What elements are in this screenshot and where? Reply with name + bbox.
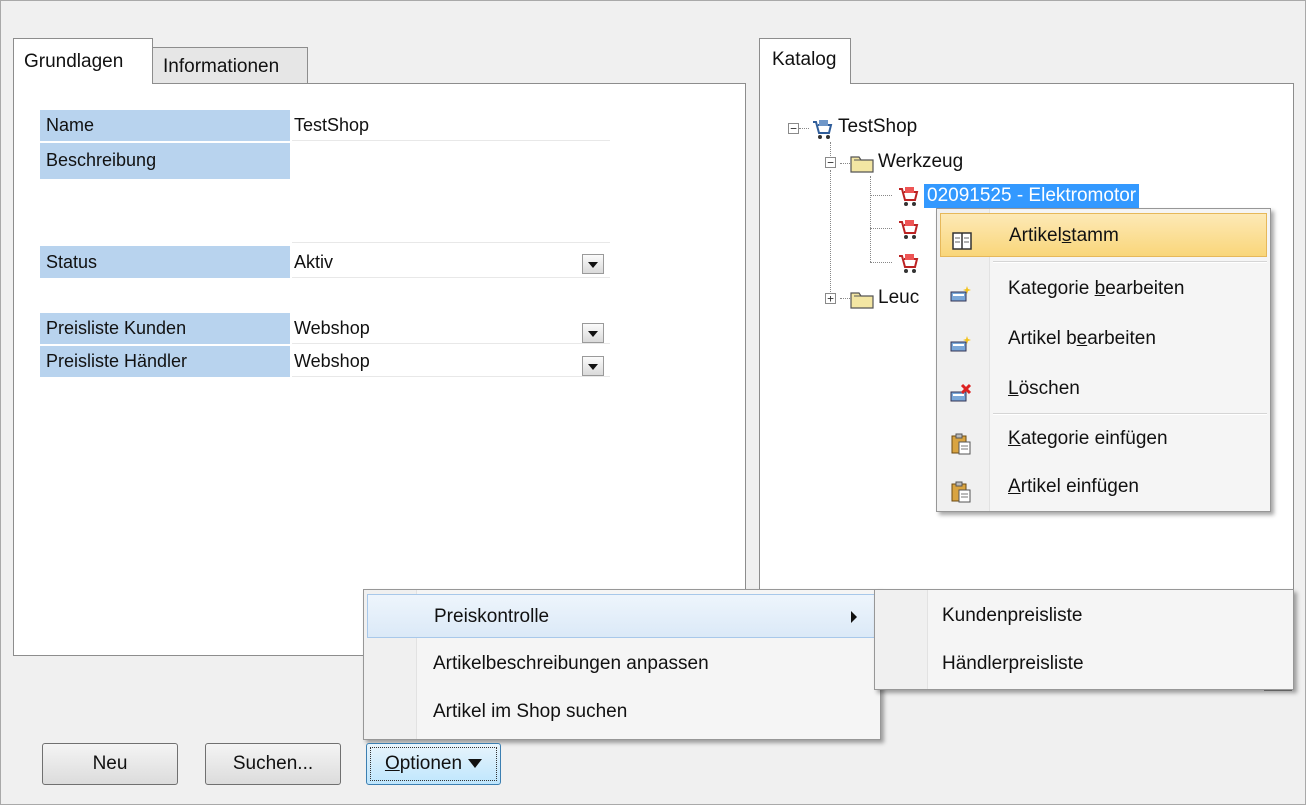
delete-icon — [950, 378, 972, 402]
folder-icon — [850, 287, 874, 309]
article-cart-icon — [896, 184, 919, 206]
context-menu: Artikelstamm Kategorie bearbeiten Artike… — [936, 208, 1271, 512]
menu-item-haendlerpreisliste[interactable]: Händlerpreisliste — [878, 642, 1288, 686]
paste-icon — [950, 476, 972, 503]
folder-icon — [850, 151, 874, 173]
optionen-button[interactable]: Optionen — [366, 743, 501, 785]
menu-item-artikel-bearbeiten[interactable]: Artikel bearbeiten — [940, 317, 1267, 361]
tree-category-partial[interactable]: Leuc — [878, 287, 919, 309]
menu-item-kundenpreisliste[interactable]: Kundenpreisliste — [878, 594, 1288, 638]
tree-line — [870, 228, 892, 229]
menu-label: Löschen — [1008, 378, 1080, 399]
tree-root-testshop[interactable]: TestShop — [838, 116, 917, 138]
edit-article-icon — [950, 328, 972, 352]
tree-line — [840, 163, 850, 164]
preisliste-haendler-dropdown-button[interactable] — [582, 356, 604, 376]
tree-line — [830, 170, 831, 300]
beschreibung-label: Beschreibung — [40, 143, 290, 179]
tab-informationen[interactable]: Informationen — [152, 47, 308, 84]
tree-line — [870, 176, 871, 262]
menu-separator — [993, 261, 1267, 263]
name-label: Name — [40, 110, 290, 141]
preisliste-haendler-label: Preisliste Händler — [40, 346, 290, 377]
tree-line — [870, 262, 892, 263]
tree-category-werkzeug[interactable]: Werkzeug — [878, 151, 963, 173]
menu-item-artikel-im-shop-suchen[interactable]: Artikel im Shop suchen — [367, 690, 876, 734]
book-icon — [951, 225, 973, 250]
tree-line — [840, 298, 850, 299]
menu-label: Kategorie bearbeiten — [1008, 278, 1185, 299]
suchen-button[interactable]: Suchen... — [205, 743, 341, 785]
focus-rect — [370, 747, 497, 781]
menu-item-artikelstamm[interactable]: Artikelstamm — [940, 213, 1267, 257]
collapse-toggle[interactable]: − — [825, 157, 836, 168]
menu-label: Artikelstamm — [1009, 225, 1119, 246]
edit-category-icon — [950, 278, 972, 302]
tab-grundlagen[interactable]: Grundlagen — [13, 38, 153, 84]
menu-label: Kategorie einfügen — [1008, 428, 1168, 449]
expand-toggle[interactable]: + — [825, 293, 836, 304]
menu-label: Artikel bearbeiten — [1008, 328, 1156, 349]
menu-separator — [993, 413, 1267, 415]
menu-item-preiskontrolle[interactable]: Preiskontrolle — [367, 594, 876, 638]
article-cart-icon — [896, 251, 919, 273]
preiskontrolle-submenu: Kundenpreisliste Händlerpreisliste — [874, 589, 1294, 690]
tree-line — [870, 195, 892, 196]
menu-label: Artikel einfügen — [1008, 476, 1139, 497]
menu-label: Händlerpreisliste — [942, 653, 1084, 674]
status-dropdown-button[interactable] — [582, 254, 604, 274]
menu-item-artikelbeschreibungen-anpassen[interactable]: Artikelbeschreibungen anpassen — [367, 642, 876, 686]
shop-cart-icon — [810, 117, 833, 139]
article-cart-icon — [896, 217, 919, 239]
name-field[interactable]: TestShop — [292, 110, 610, 141]
status-label: Status — [40, 246, 290, 278]
tree-item-elektromotor[interactable]: 02091525 - Elektromotor — [924, 184, 1140, 208]
status-select[interactable]: Aktiv — [292, 246, 610, 278]
preisliste-kunden-dropdown-button[interactable] — [582, 323, 604, 343]
neu-button[interactable]: Neu — [42, 743, 178, 785]
menu-item-loeschen[interactable]: Löschen — [940, 367, 1267, 411]
menu-label: Kundenpreisliste — [942, 605, 1083, 626]
optionen-menu: Preiskontrolle Artikelbeschreibungen anp… — [363, 589, 881, 740]
menu-item-kategorie-einfuegen[interactable]: Kategorie einfügen — [940, 417, 1267, 461]
preisliste-haendler-select[interactable]: Webshop — [292, 346, 610, 377]
menu-label: Artikelbeschreibungen anpassen — [433, 653, 709, 674]
tree-line — [799, 128, 809, 129]
tab-katalog[interactable]: Katalog — [759, 38, 851, 84]
menu-item-artikel-einfuegen[interactable]: Artikel einfügen — [940, 465, 1267, 509]
menu-item-kategorie-bearbeiten[interactable]: Kategorie bearbeiten — [940, 267, 1267, 311]
collapse-toggle[interactable]: − — [788, 123, 799, 134]
menu-label: Artikel im Shop suchen — [433, 701, 628, 722]
menu-label: Preiskontrolle — [434, 606, 550, 627]
preisliste-kunden-select[interactable]: Webshop — [292, 313, 610, 344]
preisliste-kunden-label: Preisliste Kunden — [40, 313, 290, 344]
submenu-arrow-icon — [851, 611, 857, 623]
beschreibung-field[interactable] — [292, 143, 610, 243]
paste-icon — [950, 428, 972, 455]
